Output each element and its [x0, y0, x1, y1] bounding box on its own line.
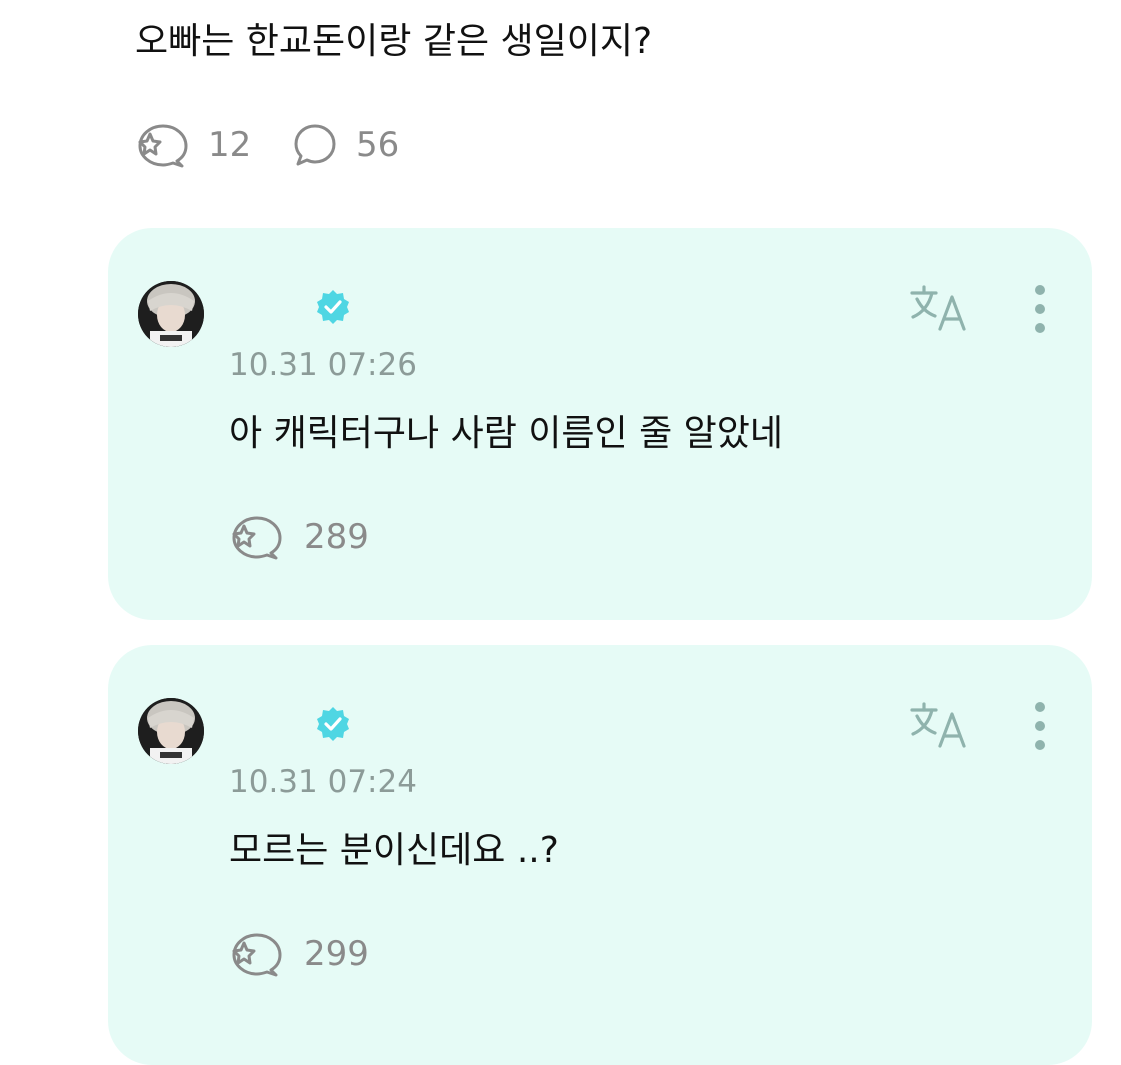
star-bubble-icon: [138, 124, 188, 168]
post-text: 오빠는 한교돈이랑 같은 생일이지?: [135, 21, 653, 62]
avatar[interactable]: [138, 698, 204, 764]
translate-icon[interactable]: [908, 283, 972, 335]
post-like-count: 12: [208, 125, 252, 165]
comment-like-count: 289: [304, 517, 369, 557]
comment-timestamp: 10.31 07:26: [229, 347, 417, 383]
star-bubble-icon: [232, 516, 282, 560]
comment-card: 10.31 07:24 모르는 분이신데요 ..? 299: [108, 645, 1092, 1065]
comment-text: 모르는 분이신데요 ..?: [229, 830, 559, 871]
comment-timestamp: 10.31 07:24: [229, 764, 417, 800]
post: 오빠는 한교돈이랑 같은 생일이지? 12 56: [0, 0, 1121, 210]
post-comment-button[interactable]: 56: [292, 118, 399, 172]
comment-like-count: 299: [304, 934, 369, 974]
translate-icon[interactable]: [908, 700, 972, 752]
speech-bubble-icon: [294, 124, 336, 166]
post-comment-count: 56: [356, 125, 400, 165]
star-bubble-icon: [232, 933, 282, 977]
comment-like-button[interactable]: 289: [230, 510, 369, 564]
more-vertical-icon[interactable]: [1026, 282, 1054, 336]
comment-text: 아 캐릭터구나 사람 이름인 줄 알았네: [229, 413, 784, 454]
verified-badge-icon: [317, 707, 349, 741]
verified-badge-icon: [317, 290, 349, 324]
comment-like-button[interactable]: 299: [230, 927, 369, 981]
more-vertical-icon[interactable]: [1026, 699, 1054, 753]
post-like-button[interactable]: 12: [136, 118, 251, 172]
avatar[interactable]: [138, 281, 204, 347]
comment-card: 10.31 07:26 아 캐릭터구나 사람 이름인 줄 알았네 289: [108, 228, 1092, 620]
